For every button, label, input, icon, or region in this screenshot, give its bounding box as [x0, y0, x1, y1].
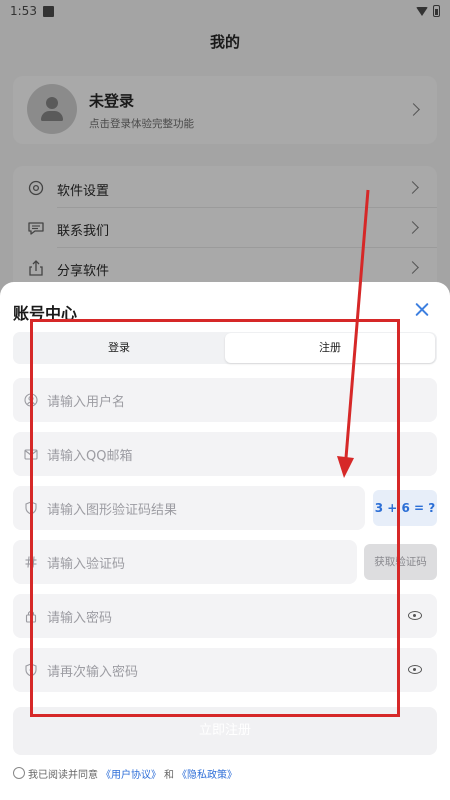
menu-item-label: 软件设置: [57, 184, 110, 199]
avatar: [27, 84, 77, 134]
user-agreement-link[interactable]: 《用户协议》: [101, 766, 161, 781]
menu-item-label: 分享软件: [57, 264, 110, 279]
chevron-right-icon: [406, 181, 419, 194]
privacy-policy-link[interactable]: 《隐私政策》: [177, 766, 237, 781]
chevron-right-icon: [406, 261, 419, 274]
menu-item-settings[interactable]: 软件设置: [13, 168, 437, 208]
wifi-icon: [416, 6, 428, 16]
chevron-right-icon: [407, 103, 420, 116]
profile-name: 未登录: [89, 92, 135, 110]
chevron-right-icon: [406, 221, 419, 234]
eye-icon[interactable]: [408, 665, 422, 674]
gear-icon: [28, 180, 44, 196]
eye-icon[interactable]: [408, 611, 422, 620]
chat-icon: [28, 222, 44, 235]
profile-card[interactable]: 未登录 点击登录体验完整功能: [13, 76, 437, 144]
profile-subtitle: 点击登录体验完整功能: [89, 118, 194, 130]
status-bar: 1:53: [0, 0, 450, 22]
share-icon: [29, 260, 43, 276]
menu-card: 软件设置 联系我们 分享软件: [13, 166, 437, 296]
agreement-row: 我已阅读并同意 《用户协议》 和 《隐私政策》: [13, 765, 240, 781]
close-icon[interactable]: [411, 299, 433, 321]
agreement-and: 和: [164, 769, 174, 781]
page-title: 我的: [209, 33, 240, 51]
menu-item-contact[interactable]: 联系我们: [13, 208, 437, 248]
menu-item-label: 联系我们: [57, 224, 110, 239]
agree-radio[interactable]: [13, 767, 25, 779]
agreement-prefix: 我已阅读并同意: [28, 769, 98, 781]
battery-icon: [433, 5, 440, 17]
status-time: 1:53: [10, 4, 37, 18]
notification-icon: [42, 5, 54, 17]
annotation-highlight-box: [30, 319, 400, 717]
